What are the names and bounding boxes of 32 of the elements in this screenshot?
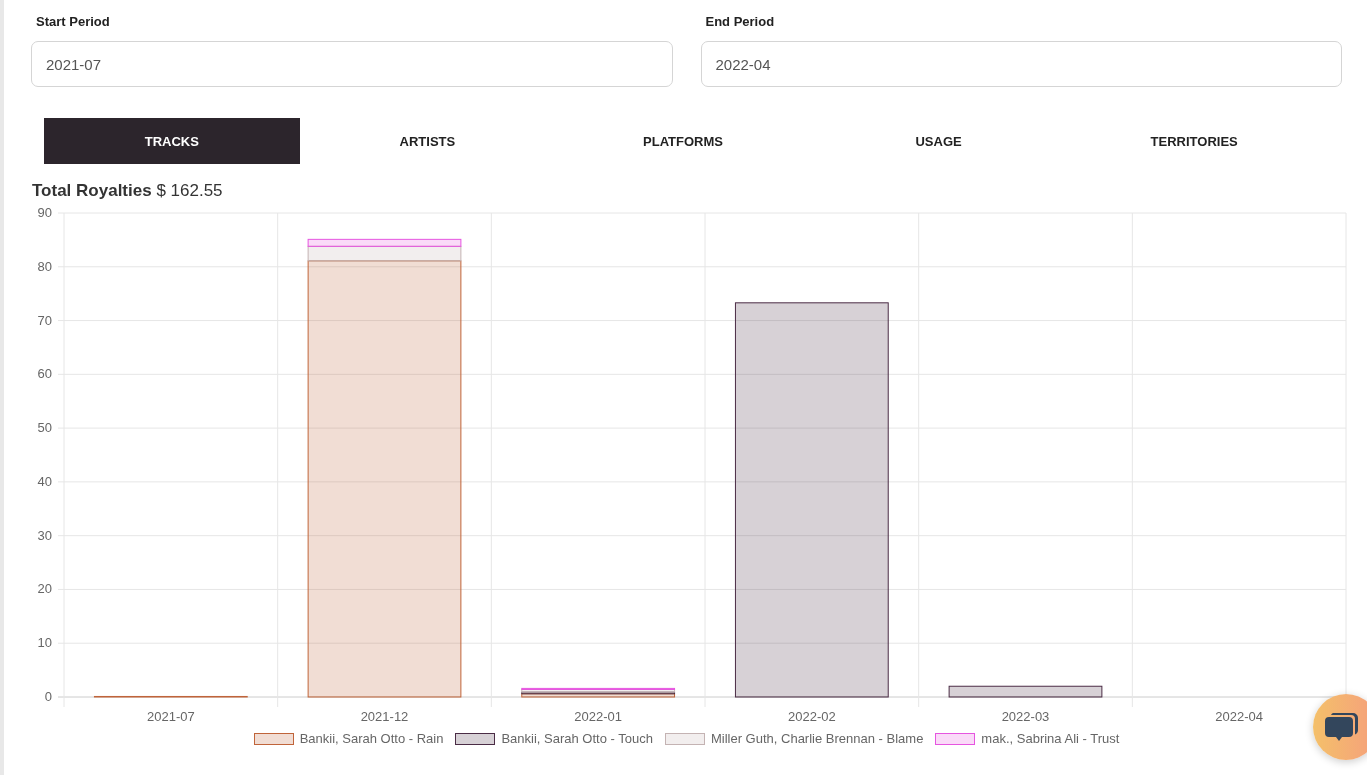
axis-label: 2022-04: [1215, 709, 1264, 724]
field-label: End Period: [704, 14, 776, 31]
axis-label: 2021-07: [146, 709, 195, 724]
field-label: Start Period: [35, 14, 111, 31]
legend-label: Bankii, Sarah Otto - Rain: [299, 731, 444, 746]
legend-label: mak., Sabrina Ali - Trust: [981, 731, 1120, 746]
axis-label: 2021-12: [360, 709, 409, 724]
axis-label: 2022-01: [574, 709, 623, 724]
axis-label: 90: [37, 205, 52, 220]
axis-label: 10: [37, 635, 52, 651]
axis-label: 0: [44, 689, 52, 704]
axis-label: 2022-02: [787, 709, 836, 724]
tab[interactable]: ARTISTS: [299, 118, 556, 164]
axis-label: 20: [37, 581, 52, 597]
total-royalties: Total Royalties $ 162.55: [32, 181, 224, 201]
tab[interactable]: USAGE: [810, 118, 1067, 164]
axis-label: 80: [37, 258, 52, 274]
tab[interactable]: PLATFORMS: [555, 118, 811, 164]
axis-label: 40: [37, 473, 52, 489]
axis-label: 50: [37, 420, 52, 436]
axis-label: 30: [37, 527, 52, 543]
tab[interactable]: TERRITORIES: [1066, 118, 1322, 164]
axis-label: 60: [37, 366, 52, 382]
period-field[interactable]: 2021-07: [31, 41, 673, 87]
tab[interactable]: TRACKS: [44, 118, 300, 164]
axis-label: 2022-03: [1001, 709, 1050, 724]
legend-label: Miller Guth, Charlie Brennan - Blame: [710, 731, 924, 746]
chat-bubble-icon: [1325, 711, 1359, 743]
legend-label: Bankii, Sarah Otto - Touch: [501, 731, 653, 746]
axis-label: 70: [37, 312, 52, 328]
chat-button[interactable]: [1313, 694, 1367, 760]
period-field[interactable]: 2022-04: [700, 41, 1342, 87]
